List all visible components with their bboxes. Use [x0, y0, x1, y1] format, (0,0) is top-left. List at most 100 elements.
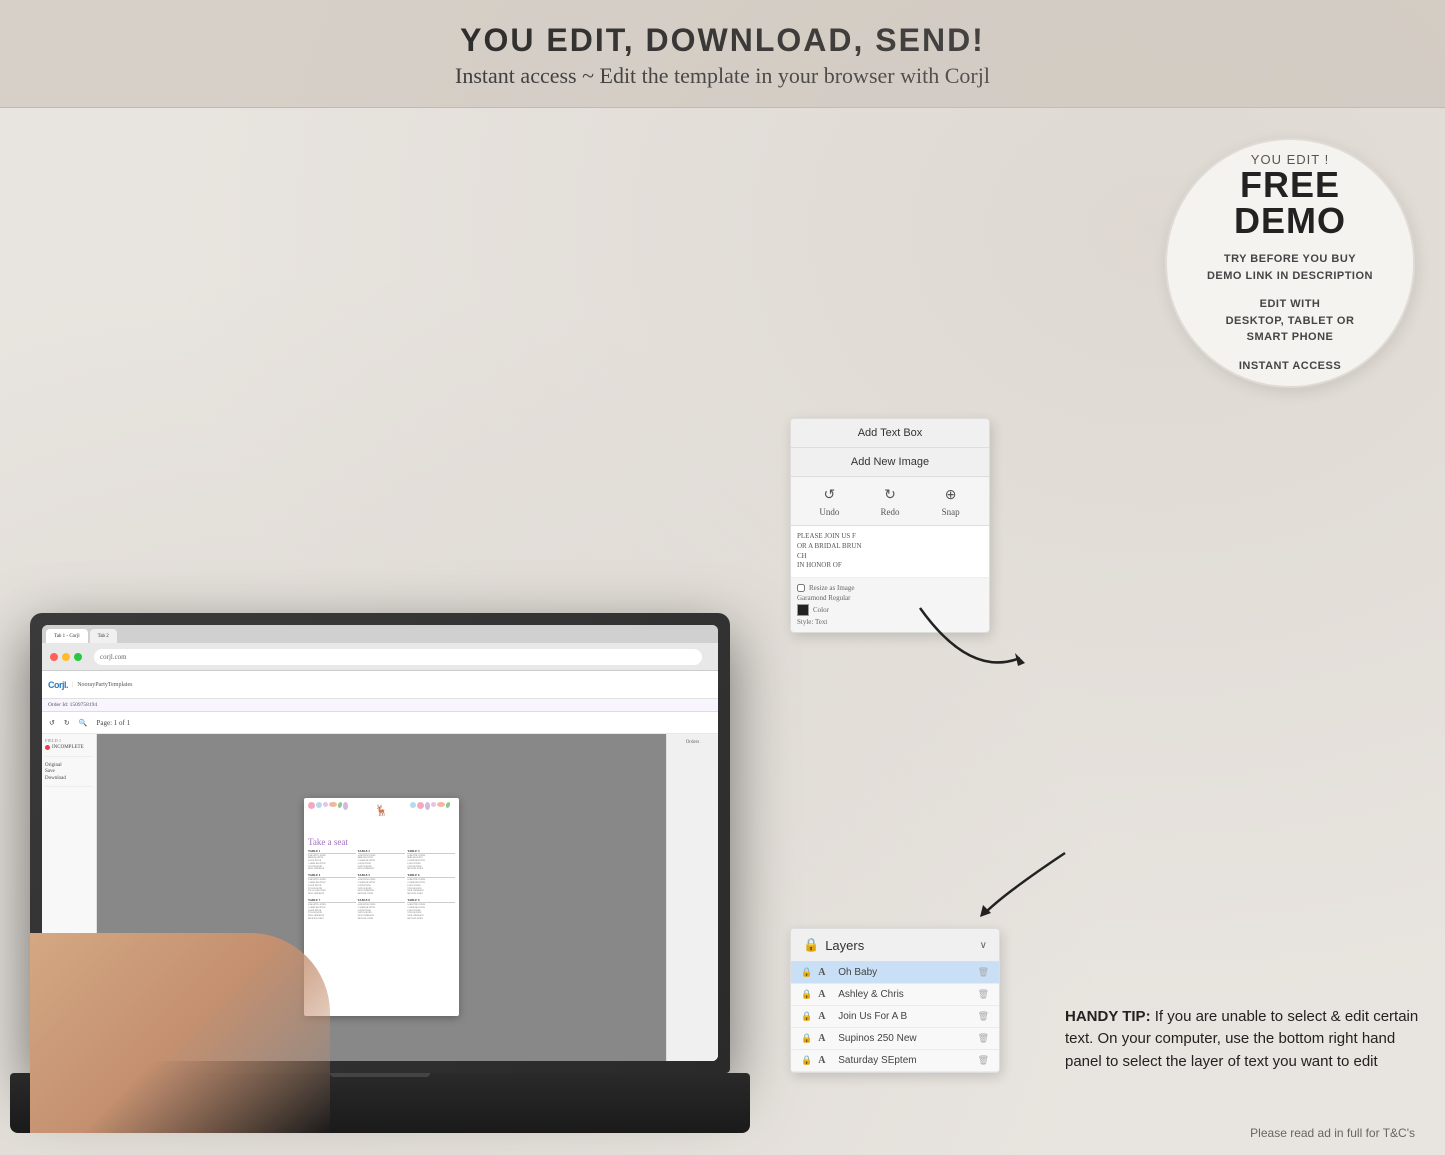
free-demo-line1: TRY BEFORE YOU BUY	[1224, 251, 1356, 268]
table-8-label: TABLE 8	[358, 898, 406, 903]
table-7: TABLE 7 SAMANTHA JONESCARRIE BRAXTONJASO…	[308, 898, 356, 921]
table-1: TABLE 1 SAMANTHA JONESMIKE BRAXTONJASON …	[308, 849, 356, 872]
handy-tip-label: HANDY TIP:	[1065, 1008, 1151, 1025]
top-banner: YOU EDIT, DOWNLOAD, SEND! Instant access…	[0, 0, 1445, 108]
layer-lock-1: 🔒	[801, 967, 812, 978]
layer-item-supinos[interactable]: 🔒 A Supinos 250 New 🗑	[791, 1028, 999, 1050]
subtitle: Instant access ~ Edit the template in yo…	[20, 63, 1425, 89]
browser-tab-active[interactable]: Tab 1 - Corjl	[46, 629, 88, 643]
redo-tool[interactable]: ↻ Redo	[878, 485, 902, 517]
layer-delete-1[interactable]: 🗑	[978, 967, 989, 978]
table-1-label: TABLE 1	[308, 849, 356, 854]
table-9-names: SAMANTHA JONESCARRIE BRAXTONJASON DTLERT…	[407, 904, 455, 921]
layer-type-2: A	[818, 989, 832, 1000]
redo-label: Redo	[880, 507, 899, 517]
table-3-label: TABLE 3	[407, 849, 455, 854]
floral-dot-6	[343, 802, 348, 810]
layer-delete-3[interactable]: 🗑	[978, 1011, 989, 1022]
corjl-order-bar: Order Id: 1509758194	[42, 699, 718, 712]
add-new-image-btn[interactable]: Add New Image	[791, 448, 989, 477]
table-9-label: TABLE 9	[407, 898, 455, 903]
layer-item-ashley-chris[interactable]: 🔒 A Ashley & Chris 🗑	[791, 984, 999, 1006]
floral-left	[308, 802, 353, 810]
table-4: TABLE 4 SAMANTHA JONESCARRIE BRAXTONJASO…	[308, 873, 356, 896]
resize-checkbox[interactable]	[797, 584, 805, 592]
corjl-tools-bar: ↺ ↻ 🔍 Page: 1 of 1	[42, 712, 718, 734]
floral-dot-12	[445, 801, 451, 808]
color-box[interactable]	[797, 604, 809, 616]
layers-title: 🔒 Layers	[803, 937, 864, 953]
tool-page: Page: 1 of 1	[93, 718, 133, 728]
table-2-label: TABLE 2	[358, 849, 406, 854]
left-panel-item-incomplete: INCOMPLETE	[45, 745, 93, 750]
seating-card-floral-top: 🦌	[308, 802, 455, 837]
redo-icon: ↻	[878, 485, 902, 505]
table-5: TABLE 5 SAMANTHA JONESCARRIE BRAXTONJASO…	[358, 873, 406, 896]
tool-redo[interactable]: ↻	[61, 718, 73, 728]
hand-area	[30, 933, 330, 1133]
left-panel-download[interactable]: Download	[45, 776, 93, 781]
corjl-nav: NoorayPartyTemplates	[77, 682, 132, 688]
seating-card-title-text: Take a seat	[308, 837, 455, 847]
layer-delete-2[interactable]: 🗑	[978, 989, 989, 1000]
free-demo-circle: YOU EDIT ! FREE DEMO TRY BEFORE YOU BUY …	[1165, 138, 1415, 388]
free-demo-line3: EDIT WITH	[1260, 296, 1321, 313]
layers-header[interactable]: 🔒 Layers ∨	[791, 929, 999, 962]
table-6-names: SAMANTHA JONESCARRIE BRAXTONJASON DTLERT…	[407, 879, 455, 896]
floral-dot-5	[337, 801, 343, 808]
layer-item-join-us[interactable]: 🔒 A Join Us For A B 🗑	[791, 1006, 999, 1028]
curved-arrow-2	[975, 843, 1075, 923]
tool-zoom[interactable]: 🔍	[76, 718, 91, 728]
layer-item-saturday[interactable]: 🔒 A Saturday SEptem 🗑	[791, 1050, 999, 1072]
layer-type-4: A	[818, 1033, 832, 1044]
tool-undo[interactable]: ↺	[46, 718, 58, 728]
browser-address-bar[interactable]: corjl.com	[94, 649, 702, 665]
layers-chevron-icon: ∨	[980, 940, 987, 951]
browser-tab-2[interactable]: Tab 2	[90, 629, 117, 643]
settings-resize: Resize as Image	[797, 584, 983, 592]
layer-name-supinos: Supinos 250 New	[838, 1033, 971, 1044]
layer-item-oh-baby[interactable]: 🔒 A Oh Baby 🗑	[791, 962, 999, 984]
layer-lock-2: 🔒	[801, 989, 812, 1000]
order-id: Order Id: 1509758194	[48, 702, 97, 708]
snap-icon: ⊕	[939, 485, 963, 505]
floral-right	[410, 802, 455, 810]
free-demo-line5: SMART PHONE	[1247, 329, 1334, 346]
free-demo-line2: DEMO LINK IN DESCRIPTION	[1207, 268, 1373, 285]
seating-grid: TABLE 1 SAMANTHA JONESMIKE BRAXTONJASON …	[308, 849, 455, 921]
font-select-label[interactable]: Garamond Regular	[797, 594, 850, 602]
table-4-label: TABLE 4	[308, 873, 356, 878]
layer-delete-4[interactable]: 🗑	[978, 1033, 989, 1044]
floral-dot-2	[316, 802, 322, 808]
left-panel-save[interactable]: Save	[45, 769, 93, 774]
layer-lock-3: 🔒	[801, 1011, 812, 1022]
snap-tool[interactable]: ⊕ Snap	[939, 485, 963, 517]
layers-title-text: Layers	[825, 938, 864, 953]
table-2-names: SAMANTHA JONESMIKE BRAXTONCARRIE BRAXTON…	[358, 855, 406, 872]
table-3-names: SAMANTHA JONESMIKE BRAXTONCARRIE BRAXTON…	[407, 855, 455, 872]
browser-min-dot	[62, 653, 70, 661]
lock-icon-header: 🔒	[803, 937, 819, 953]
left-panel-actions: Original Save Download	[45, 763, 93, 788]
table-2: TABLE 2 SAMANTHA JONESMIKE BRAXTONCARRIE…	[358, 849, 406, 872]
free-demo-line4: DESKTOP, TABLET OR	[1226, 313, 1355, 330]
undo-tool[interactable]: ↺ Undo	[817, 485, 841, 517]
add-text-box-btn[interactable]: Add Text Box	[791, 419, 989, 448]
layer-name-oh-baby: Oh Baby	[838, 967, 971, 978]
table-9: TABLE 9 SAMANTHA JONESCARRIE BRAXTONJASO…	[407, 898, 455, 921]
layer-delete-5[interactable]: 🗑	[978, 1055, 989, 1066]
bottom-note-text: Please read ad in full for T&C's	[1250, 1126, 1415, 1140]
curved-arrow-1	[910, 598, 1030, 698]
free-demo-line6: INSTANT ACCESS	[1239, 358, 1341, 375]
floral-dot-1	[308, 802, 315, 809]
left-panel-field-title: Field 1	[45, 738, 93, 743]
layer-type-5: A	[818, 1055, 832, 1066]
left-panel-original[interactable]: Original	[45, 763, 93, 768]
layers-panel: 🔒 Layers ∨ 🔒 A Oh Baby 🗑 🔒 A Ashley & Ch…	[790, 928, 1000, 1073]
laptop-wrapper: Tab 1 - Corjl Tab 2 corjl.com Corjl.	[30, 313, 750, 1133]
floral-dot-7	[410, 802, 416, 808]
browser-tabs: Tab 1 - Corjl Tab 2	[42, 625, 718, 643]
layer-lock-5: 🔒	[801, 1055, 812, 1066]
laptop-section: Tab 1 - Corjl Tab 2 corjl.com Corjl.	[0, 108, 780, 1153]
color-label: Color	[813, 606, 829, 614]
